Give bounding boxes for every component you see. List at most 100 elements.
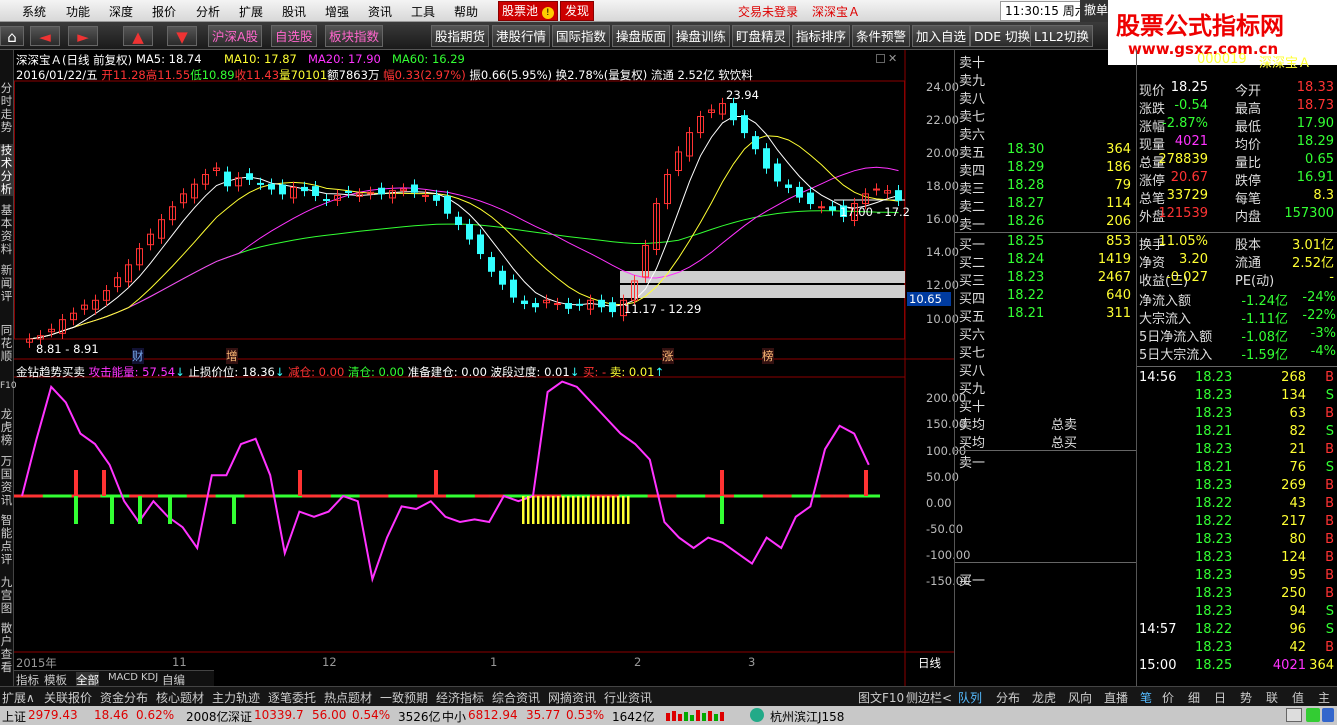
back-arrow-icon[interactable]: ◄ xyxy=(30,26,60,46)
menu-depth[interactable]: 深度 xyxy=(109,3,133,20)
tab-live[interactable]: 直播 xyxy=(1104,689,1128,706)
minimize-icon[interactable] xyxy=(876,54,885,63)
nav-intraday[interactable]: 分时走势 xyxy=(0,82,13,134)
index-futures-button[interactable]: 股指期货 xyxy=(431,25,490,47)
buy4-row[interactable]: 买四 18.22 640 xyxy=(959,288,1135,307)
monitor-button[interactable]: 盯盘精灵 xyxy=(732,25,791,47)
tab-related-quote[interactable]: 关联报价 xyxy=(44,689,92,706)
nav-smart-comment[interactable]: 智能点评 xyxy=(0,514,13,566)
tab-industry-news[interactable]: 行业资讯 xyxy=(604,689,652,706)
menu-function[interactable]: 功能 xyxy=(66,3,90,20)
tab-ticks[interactable]: 笔 xyxy=(1140,689,1152,706)
settings-icon[interactable] xyxy=(1322,708,1334,722)
tab-fund-dist[interactable]: 资金分布 xyxy=(100,689,148,706)
menu-analysis[interactable]: 分析 xyxy=(196,3,220,20)
zx-label[interactable]: 中小 xyxy=(442,708,466,725)
tab-main[interactable]: 主 xyxy=(1318,689,1330,706)
tab-main-track[interactable]: 主力轨迹 xyxy=(212,689,260,706)
buy3-row[interactable]: 买三 18.23 2467 xyxy=(959,270,1135,289)
event-flag[interactable]: 榜 xyxy=(762,348,774,364)
menu-system[interactable]: 系统 xyxy=(22,3,46,20)
tab-wind[interactable]: 风向 xyxy=(1068,689,1092,706)
intl-index-button[interactable]: 国际指数 xyxy=(552,25,611,47)
sz-label[interactable]: 深证 xyxy=(228,708,252,725)
trading-practice-button[interactable]: 操盘训练 xyxy=(672,25,731,47)
buy5-row[interactable]: 买五 18.21 311 xyxy=(959,306,1135,325)
l1l2-switch-button[interactable]: L1L2切换 xyxy=(1030,25,1093,47)
tab-detail[interactable]: 细 xyxy=(1188,689,1200,706)
menu-tools[interactable]: 工具 xyxy=(411,3,435,20)
server-site[interactable]: 杭州滨江J158 xyxy=(770,708,844,725)
sell4-row[interactable]: 卖四 18.29 186 xyxy=(959,160,1135,179)
nav-fundamentals[interactable]: 基本资料 xyxy=(0,204,13,256)
sell2-row[interactable]: 卖二 18.27 114 xyxy=(959,196,1135,215)
tab-link[interactable]: 联 xyxy=(1266,689,1278,706)
tab-web-news[interactable]: 网摘资讯 xyxy=(548,689,596,706)
tab-sidebar[interactable]: 侧边栏< xyxy=(906,689,952,706)
sector-index-button[interactable]: 板块指数 xyxy=(325,25,384,47)
tab-price[interactable]: 价 xyxy=(1162,689,1174,706)
subtab-kdj[interactable]: KDJ xyxy=(141,672,158,683)
dde-switch-button[interactable]: DDE 切换 xyxy=(970,25,1035,47)
sh-label[interactable]: 上证 xyxy=(2,708,26,725)
up-arrow-icon[interactable]: ▲ xyxy=(123,26,153,46)
login-status[interactable]: 交易未登录 xyxy=(738,3,798,20)
close-icon[interactable]: ✕ xyxy=(888,52,897,65)
down-arrow-icon[interactable]: ▼ xyxy=(167,26,197,46)
buy2-row[interactable]: 买二 18.24 1419 xyxy=(959,252,1135,271)
discover-button[interactable]: 发现 xyxy=(560,1,595,21)
add-watchlist-button[interactable]: 加入自选 xyxy=(912,25,971,47)
menu-info[interactable]: 资讯 xyxy=(368,3,392,20)
hk-quotes-button[interactable]: 港股行情 xyxy=(492,25,551,47)
nav-wanguo[interactable]: 万国资讯 xyxy=(0,455,13,507)
tab-lhb[interactable]: 龙虎 xyxy=(1032,689,1056,706)
stock-pool-button[interactable]: 股票池 ! xyxy=(498,1,558,21)
menu-extend[interactable]: 扩展 xyxy=(239,3,263,20)
indicator-sort-button[interactable]: 指标排序 xyxy=(792,25,851,47)
nav-f10[interactable]: F10 xyxy=(0,380,17,393)
nav-ths[interactable]: 同花顺 xyxy=(0,324,13,363)
sell1-row[interactable]: 卖一 18.26 206 xyxy=(959,214,1135,233)
watchlist-button[interactable]: 自选股 xyxy=(271,25,317,47)
menu-enhance[interactable]: 增强 xyxy=(325,3,349,20)
tab-core-theme[interactable]: 核心题材 xyxy=(156,689,204,706)
tab-extend[interactable]: 扩展∧ xyxy=(2,689,35,706)
tab-queue[interactable]: 队列 xyxy=(958,689,982,706)
nav-lhb[interactable]: 龙虎榜 xyxy=(0,408,13,447)
tab-econ[interactable]: 经济指标 xyxy=(436,689,484,706)
sell5-row[interactable]: 卖五 18.30 364 xyxy=(959,142,1135,161)
tab-value[interactable]: 值 xyxy=(1292,689,1304,706)
tick-list[interactable]: 14:56 18.23 268 B 18.23 134 S 18.23 63 B 18.21 82 S 1… xyxy=(1137,370,1337,682)
network-icon[interactable] xyxy=(1286,708,1302,722)
nav-news[interactable]: 新闻评 xyxy=(0,264,13,303)
event-flag[interactable]: 增 xyxy=(226,348,238,364)
home-icon[interactable]: ⌂ xyxy=(0,26,24,46)
menu-quote[interactable]: 报价 xyxy=(152,3,176,20)
sh-sz-a-shares-button[interactable]: 沪深A股 xyxy=(208,25,263,47)
tab-trend[interactable]: 势 xyxy=(1240,689,1252,706)
nav-nine-grid[interactable]: 九宫图 xyxy=(0,576,13,615)
nav-technical[interactable]: 技术分析 xyxy=(0,144,13,196)
subtab-macd[interactable]: MACD xyxy=(108,672,138,683)
event-flag[interactable]: 涨 xyxy=(662,348,674,364)
menu-help[interactable]: 帮助 xyxy=(454,3,478,20)
menu-news[interactable]: 股讯 xyxy=(282,3,306,20)
period-label[interactable]: 日线 xyxy=(918,655,941,671)
tab-consensus[interactable]: 一致预期 xyxy=(380,689,428,706)
tab-f10[interactable]: 图文F10 xyxy=(858,689,904,706)
signal-icon[interactable] xyxy=(1306,708,1320,722)
tab-distribution[interactable]: 分布 xyxy=(996,689,1020,706)
event-flag[interactable]: 财 xyxy=(132,348,144,364)
sell3-row[interactable]: 卖三 18.28 79 xyxy=(959,178,1135,197)
tab-tick-order[interactable]: 逐笔委托 xyxy=(268,689,316,706)
condition-alert-button[interactable]: 条件预警 xyxy=(852,25,911,47)
trading-layout-button[interactable]: 操盘版面 xyxy=(612,25,671,47)
indicator-title[interactable]: 金钻趋势买卖 xyxy=(16,365,85,379)
forward-arrow-icon[interactable]: ► xyxy=(68,26,98,46)
tab-hot-theme[interactable]: 热点题材 xyxy=(324,689,372,706)
tab-daily[interactable]: 日 xyxy=(1214,689,1226,706)
nav-retail[interactable]: 散户查看 xyxy=(0,622,13,674)
chart-area[interactable]: 深深宝Ａ(日线 前复权) MA5: 18.74 MA10: 17.87 MA20… xyxy=(14,50,970,688)
tab-composite-news[interactable]: 综合资讯 xyxy=(492,689,540,706)
buy1-row[interactable]: 买一 18.25 853 xyxy=(959,234,1135,253)
